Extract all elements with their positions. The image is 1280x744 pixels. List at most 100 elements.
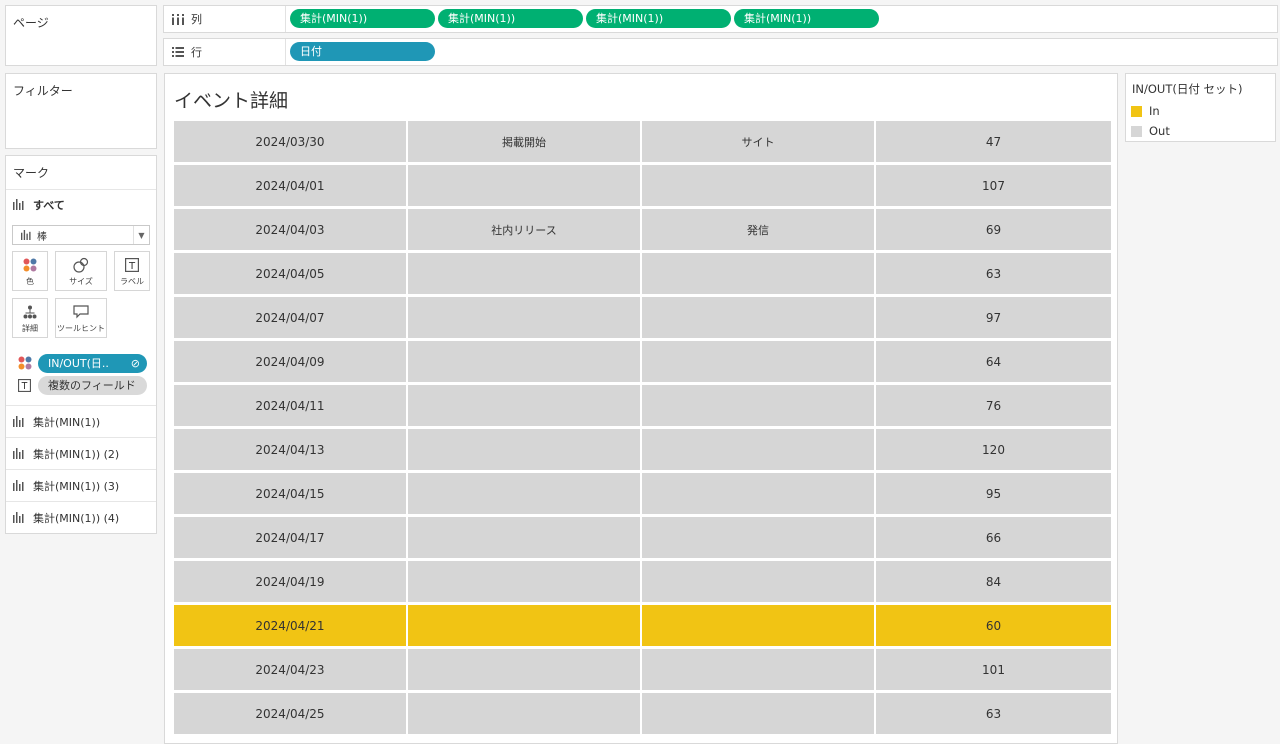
channel-cell[interactable] (642, 473, 876, 514)
table-row[interactable]: 2024/04/25 63 (174, 693, 1111, 734)
event-cell[interactable] (408, 605, 642, 646)
svg-text:T: T (21, 381, 28, 392)
value-cell[interactable]: 95 (876, 473, 1111, 514)
event-cell[interactable] (408, 297, 642, 338)
table-row[interactable]: 2024/04/11 76 (174, 385, 1111, 426)
value-cell[interactable]: 66 (876, 517, 1111, 558)
event-cell[interactable] (408, 693, 642, 734)
legend-item-out[interactable]: Out (1126, 121, 1275, 141)
channel-cell[interactable] (642, 429, 876, 470)
channel-cell[interactable] (642, 649, 876, 690)
color-button[interactable]: 色 (12, 251, 48, 291)
table-row[interactable]: 2024/04/19 84 (174, 561, 1111, 602)
text-field-pill[interactable]: 複数のフィールド (38, 375, 147, 395)
date-cell[interactable]: 2024/04/15 (174, 473, 408, 514)
columns-shelf[interactable]: 列 集計(MIN(1)) 集計(MIN(1)) 集計(MIN(1)) 集計(MI… (163, 5, 1278, 33)
bar-chart-icon (13, 480, 25, 491)
column-pill[interactable]: 集計(MIN(1)) (290, 9, 435, 28)
value-cell[interactable]: 101 (876, 649, 1111, 690)
channel-cell[interactable] (642, 517, 876, 558)
table-row[interactable]: 2024/04/03 社内リリース 発信 69 (174, 209, 1111, 250)
channel-cell[interactable] (642, 165, 876, 206)
table-row[interactable]: 2024/04/13 120 (174, 429, 1111, 470)
date-cell[interactable]: 2024/04/13 (174, 429, 408, 470)
event-cell[interactable] (408, 385, 642, 426)
mark-type-dropdown[interactable]: 棒 ▼ (12, 225, 150, 245)
event-cell[interactable] (408, 649, 642, 690)
pages-card[interactable]: ページ (5, 5, 157, 66)
value-cell[interactable]: 63 (876, 253, 1111, 294)
marks-measure-tab[interactable]: 集計(MIN(1)) (2) (6, 437, 156, 469)
event-cell[interactable] (408, 561, 642, 602)
event-cell[interactable] (408, 341, 642, 382)
channel-cell[interactable] (642, 561, 876, 602)
table-row[interactable]: 2024/04/09 64 (174, 341, 1111, 382)
marks-measure-tab[interactable]: 集計(MIN(1)) (6, 405, 156, 437)
channel-cell[interactable] (642, 297, 876, 338)
event-cell[interactable] (408, 517, 642, 558)
date-cell[interactable]: 2024/04/23 (174, 649, 408, 690)
date-cell[interactable]: 2024/04/03 (174, 209, 408, 250)
channel-cell[interactable] (642, 385, 876, 426)
channel-cell[interactable] (642, 341, 876, 382)
column-pill[interactable]: 集計(MIN(1)) (734, 9, 879, 28)
channel-cell[interactable] (642, 693, 876, 734)
label-button[interactable]: T ラベル (114, 251, 150, 291)
detail-button[interactable]: 詳細 (12, 298, 48, 338)
color-field-pill[interactable]: IN/OUT(日.. ⊘ (38, 353, 147, 373)
date-cell[interactable]: 2024/04/17 (174, 517, 408, 558)
table-row[interactable]: 2024/04/23 101 (174, 649, 1111, 690)
marks-all-tab[interactable]: すべて (6, 189, 156, 219)
column-pill[interactable]: 集計(MIN(1)) (438, 9, 583, 28)
legend-item-in[interactable]: In (1126, 101, 1275, 121)
date-cell[interactable]: 2024/04/01 (174, 165, 408, 206)
date-cell[interactable]: 2024/04/05 (174, 253, 408, 294)
row-pill[interactable]: 日付 (290, 42, 435, 61)
marks-measure-tab[interactable]: 集計(MIN(1)) (4) (6, 501, 156, 533)
size-button[interactable]: サイズ (55, 251, 107, 291)
value-cell[interactable]: 97 (876, 297, 1111, 338)
date-cell[interactable]: 2024/04/25 (174, 693, 408, 734)
channel-cell[interactable] (642, 605, 876, 646)
event-cell[interactable]: 社内リリース (408, 209, 642, 250)
event-cell[interactable] (408, 429, 642, 470)
text-box-icon: T (125, 256, 139, 274)
table-row[interactable]: 2024/04/05 63 (174, 253, 1111, 294)
event-cell[interactable]: 掲載開始 (408, 121, 642, 162)
marks-measure-tab[interactable]: 集計(MIN(1)) (3) (6, 469, 156, 501)
chevron-down-icon[interactable]: ▼ (133, 226, 149, 244)
value-cell[interactable]: 69 (876, 209, 1111, 250)
channel-cell[interactable] (642, 253, 876, 294)
rows-shelf[interactable]: 行 日付 (163, 38, 1278, 66)
value-cell[interactable]: 60 (876, 605, 1111, 646)
event-cell[interactable] (408, 253, 642, 294)
value-cell[interactable]: 47 (876, 121, 1111, 162)
date-cell[interactable]: 2024/04/21 (174, 605, 408, 646)
value-cell[interactable]: 63 (876, 693, 1111, 734)
table-row[interactable]: 2024/03/30 掲載開始 サイト 47 (174, 121, 1111, 162)
filters-card[interactable]: フィルター (5, 73, 157, 149)
column-pill[interactable]: 集計(MIN(1)) (586, 9, 731, 28)
channel-cell[interactable]: サイト (642, 121, 876, 162)
table-row[interactable]: 2024/04/17 66 (174, 517, 1111, 558)
table-row[interactable]: 2024/04/01 107 (174, 165, 1111, 206)
value-cell[interactable]: 107 (876, 165, 1111, 206)
value-cell[interactable]: 76 (876, 385, 1111, 426)
color-dots-icon (23, 256, 37, 274)
table-row[interactable]: 2024/04/15 95 (174, 473, 1111, 514)
value-cell[interactable]: 64 (876, 341, 1111, 382)
event-cell[interactable] (408, 473, 642, 514)
table-row[interactable]: 2024/04/21 60 (174, 605, 1111, 646)
date-cell[interactable]: 2024/03/30 (174, 121, 408, 162)
table-row[interactable]: 2024/04/07 97 (174, 297, 1111, 338)
value-cell[interactable]: 84 (876, 561, 1111, 602)
date-cell[interactable]: 2024/04/09 (174, 341, 408, 382)
date-cell[interactable]: 2024/04/07 (174, 297, 408, 338)
value-cell[interactable]: 120 (876, 429, 1111, 470)
date-cell[interactable]: 2024/04/11 (174, 385, 408, 426)
label-button-label: ラベル (120, 276, 144, 286)
event-cell[interactable] (408, 165, 642, 206)
tooltip-button[interactable]: ツールヒント (55, 298, 107, 338)
date-cell[interactable]: 2024/04/19 (174, 561, 408, 602)
channel-cell[interactable]: 発信 (642, 209, 876, 250)
